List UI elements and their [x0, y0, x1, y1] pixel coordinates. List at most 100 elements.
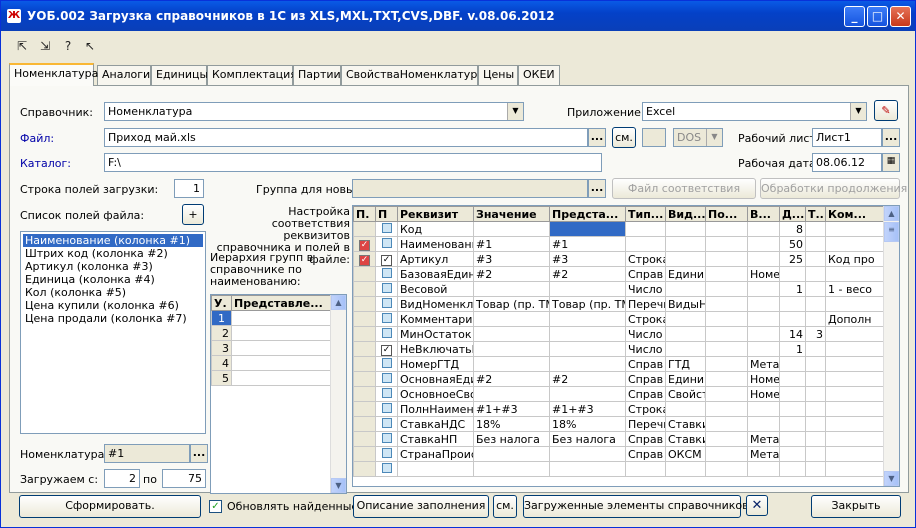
see-button[interactable]: см.: [493, 495, 517, 518]
table-cell[interactable]: 25: [779, 251, 806, 267]
requisite-icon[interactable]: [381, 462, 392, 473]
table-cell[interactable]: Справ: [625, 356, 666, 372]
column-header[interactable]: Представле...: [231, 295, 332, 311]
table-cell[interactable]: Без налога: [549, 431, 626, 447]
table-cell[interactable]: [825, 371, 886, 387]
row-check-cell[interactable]: [375, 266, 398, 282]
table-cell[interactable]: Число: [625, 281, 666, 297]
sheet-browse-button[interactable]: ...: [882, 128, 900, 147]
table-cell[interactable]: [705, 221, 748, 237]
table-cell[interactable]: [825, 416, 886, 432]
hierarchy-grid[interactable]: У. Представле... 1 2 3 4 5 ▲ ▼: [210, 294, 347, 494]
row-check-cell[interactable]: ✓: [375, 341, 398, 357]
table-row[interactable]: ВидНоменкла Товар (пр. ТМ Товар (пр. ТМ Пер…: [353, 296, 886, 312]
scroll-up-icon[interactable]: ▲: [331, 295, 346, 310]
table-cell[interactable]: [805, 356, 826, 372]
column-header[interactable]: П.: [353, 206, 376, 222]
column-header[interactable]: Тип...: [625, 206, 666, 222]
close-button[interactable]: Закрыть: [811, 495, 901, 518]
row-input[interactable]: 1: [174, 179, 204, 198]
table-cell[interactable]: [805, 266, 826, 282]
row-mark-cell[interactable]: [353, 296, 376, 312]
table-cell[interactable]: [825, 326, 886, 342]
update-found-checkbox[interactable]: ✓: [209, 500, 222, 513]
clear-x-icon[interactable]: ✕: [746, 495, 768, 516]
processing-button[interactable]: Обработки продолжения: [760, 178, 907, 199]
title-bar[interactable]: Ж УОБ.002 Загрузка справочников в 1С из …: [1, 1, 915, 31]
list-item[interactable]: Единица (колонка #4): [23, 273, 203, 286]
scroll-thumb[interactable]: ≡: [884, 222, 899, 242]
table-cell[interactable]: Мета: [747, 431, 780, 447]
table-cell[interactable]: #2: [549, 266, 626, 282]
table-cell[interactable]: [665, 311, 706, 327]
table-cell[interactable]: [665, 221, 706, 237]
row-mark-cell[interactable]: [353, 431, 376, 447]
table-cell[interactable]: НомерГТД: [397, 356, 474, 372]
table-cell[interactable]: Код: [397, 221, 474, 237]
pointer-help-icon[interactable]: ↖: [81, 37, 99, 55]
table-row[interactable]: 5: [211, 370, 232, 386]
row-check-cell[interactable]: [375, 296, 398, 312]
table-cell[interactable]: [747, 401, 780, 417]
file-input[interactable]: Приход май.xls: [104, 128, 588, 147]
vertical-scrollbar[interactable]: ▲ ≡ ▼: [883, 206, 899, 486]
table-cell[interactable]: [705, 431, 748, 447]
table-cell[interactable]: [779, 266, 806, 282]
table-cell[interactable]: [805, 461, 826, 477]
requisite-icon[interactable]: [381, 417, 392, 428]
file-see-button[interactable]: см.: [612, 127, 636, 148]
table-row[interactable]: Комментарий Строка Дополн: [353, 311, 886, 327]
table-cell[interactable]: [473, 341, 550, 357]
calendar-icon[interactable]: ▦: [882, 153, 900, 172]
row-check-cell[interactable]: [375, 236, 398, 252]
table-cell[interactable]: [665, 236, 706, 252]
tab-kits[interactable]: Комплектация: [207, 65, 297, 85]
table-cell[interactable]: ОКСМ: [665, 446, 706, 462]
file-fields-list[interactable]: Наименование (колонка #1) Штрих код (кол…: [20, 231, 206, 434]
table-cell[interactable]: Перечи: [625, 296, 666, 312]
table-cell[interactable]: [779, 461, 806, 477]
maximize-button[interactable]: □: [867, 6, 888, 27]
table-cell[interactable]: [549, 386, 626, 402]
table-cell[interactable]: 1 - весо: [825, 281, 886, 297]
scroll-down-icon[interactable]: ▼: [884, 471, 899, 486]
spravochnik-select[interactable]: Номенклатура ▼: [104, 102, 524, 121]
table-cell[interactable]: [473, 386, 550, 402]
requisite-icon[interactable]: [381, 432, 392, 443]
requisite-icon[interactable]: [381, 312, 392, 323]
table-cell[interactable]: [473, 281, 550, 297]
chevron-down-icon[interactable]: ▼: [850, 103, 866, 120]
minimize-button[interactable]: _: [844, 6, 865, 27]
list-item[interactable]: Наименование (колонка #1): [23, 234, 203, 247]
table-cell[interactable]: Справ: [625, 371, 666, 387]
table-cell[interactable]: #3: [473, 251, 550, 267]
table-cell[interactable]: Весовой: [397, 281, 474, 297]
table-cell[interactable]: #1: [549, 236, 626, 252]
table-cell[interactable]: [231, 325, 332, 341]
table-cell[interactable]: [231, 310, 332, 326]
load-from-input[interactable]: 2: [104, 469, 140, 488]
row-mark-cell[interactable]: ✓: [353, 236, 376, 252]
table-cell[interactable]: [747, 461, 780, 477]
table-cell[interactable]: [779, 371, 806, 387]
add-field-button[interactable]: +: [182, 204, 204, 225]
scroll-down-icon[interactable]: ▼: [331, 478, 346, 493]
table-row[interactable]: 1: [211, 310, 232, 326]
row-mark-cell[interactable]: [353, 401, 376, 417]
table-cell[interactable]: #2: [473, 371, 550, 387]
table-cell[interactable]: [397, 461, 474, 477]
table-cell[interactable]: [473, 356, 550, 372]
table-cell[interactable]: [805, 371, 826, 387]
table-cell[interactable]: [779, 386, 806, 402]
row-mark-cell[interactable]: ✓: [353, 251, 376, 267]
row-mark-cell[interactable]: [353, 221, 376, 237]
table-cell[interactable]: [825, 446, 886, 462]
checked-icon[interactable]: ✓: [381, 255, 392, 266]
table-cell[interactable]: [747, 236, 780, 252]
table-row[interactable]: ✓ Наименовани #1 #1 50: [353, 236, 886, 252]
table-cell[interactable]: Справ: [625, 446, 666, 462]
table-cell[interactable]: [779, 431, 806, 447]
requisite-icon[interactable]: [381, 357, 392, 368]
row-check-cell[interactable]: [375, 326, 398, 342]
requisite-icon[interactable]: [381, 297, 392, 308]
